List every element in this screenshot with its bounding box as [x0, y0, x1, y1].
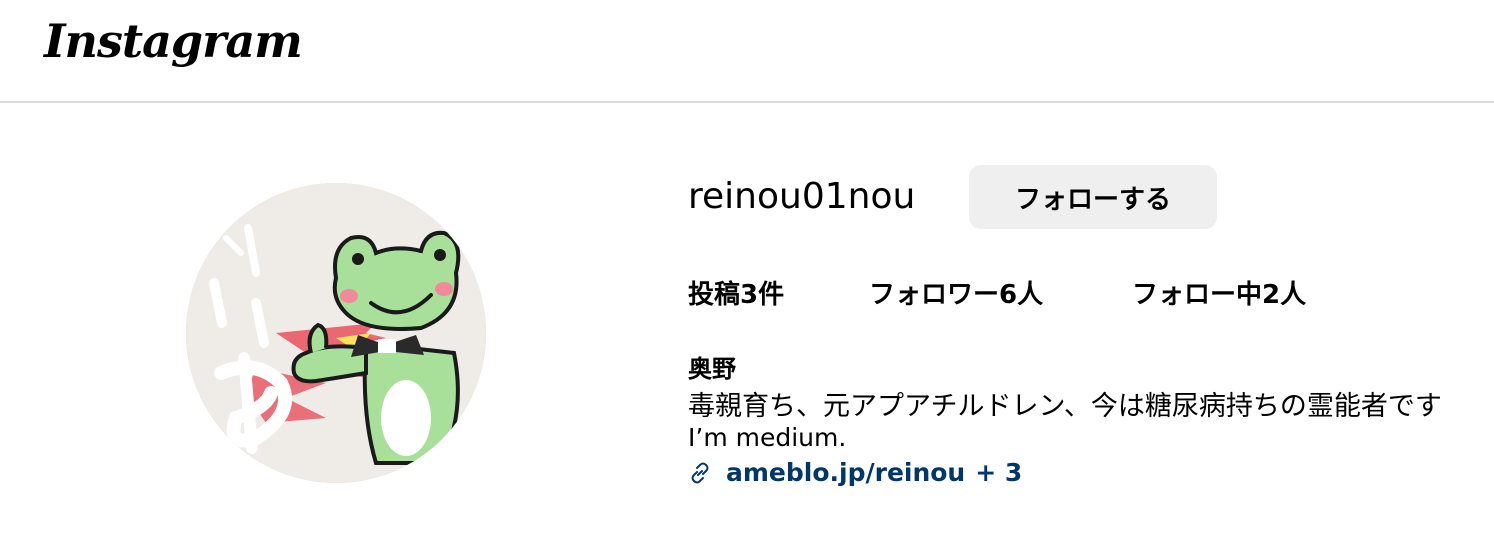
followers-count[interactable]: フォロワー6人 [869, 274, 1043, 311]
posts-count: 投稿3件 [688, 280, 785, 310]
profile-full-name: 奥野 [688, 355, 736, 383]
bio-line: 毒親育ち、元アプアチルドレン、今は糖尿病持ちの霊能者です [688, 391, 1442, 422]
instagram-logo[interactable]: Instagram [44, 14, 303, 68]
profile-username: reinou01nou [688, 176, 916, 217]
profile-link-text[interactable]: ameblo.jp/reinou [726, 458, 965, 487]
profile-avatar[interactable] [186, 183, 486, 483]
following-count[interactable]: フォロー中2人 [1132, 274, 1306, 311]
follow-button[interactable]: フォローする [969, 165, 1217, 229]
frog-illustration-icon [186, 183, 486, 483]
top-bar: Instagram [0, 0, 1494, 103]
profile-link-more[interactable]: + 3 [975, 458, 1022, 487]
link-icon [688, 461, 712, 485]
profile-link[interactable]: ameblo.jp/reinou + 3 [688, 458, 1022, 487]
bio-line: I’m medium. [688, 423, 847, 452]
